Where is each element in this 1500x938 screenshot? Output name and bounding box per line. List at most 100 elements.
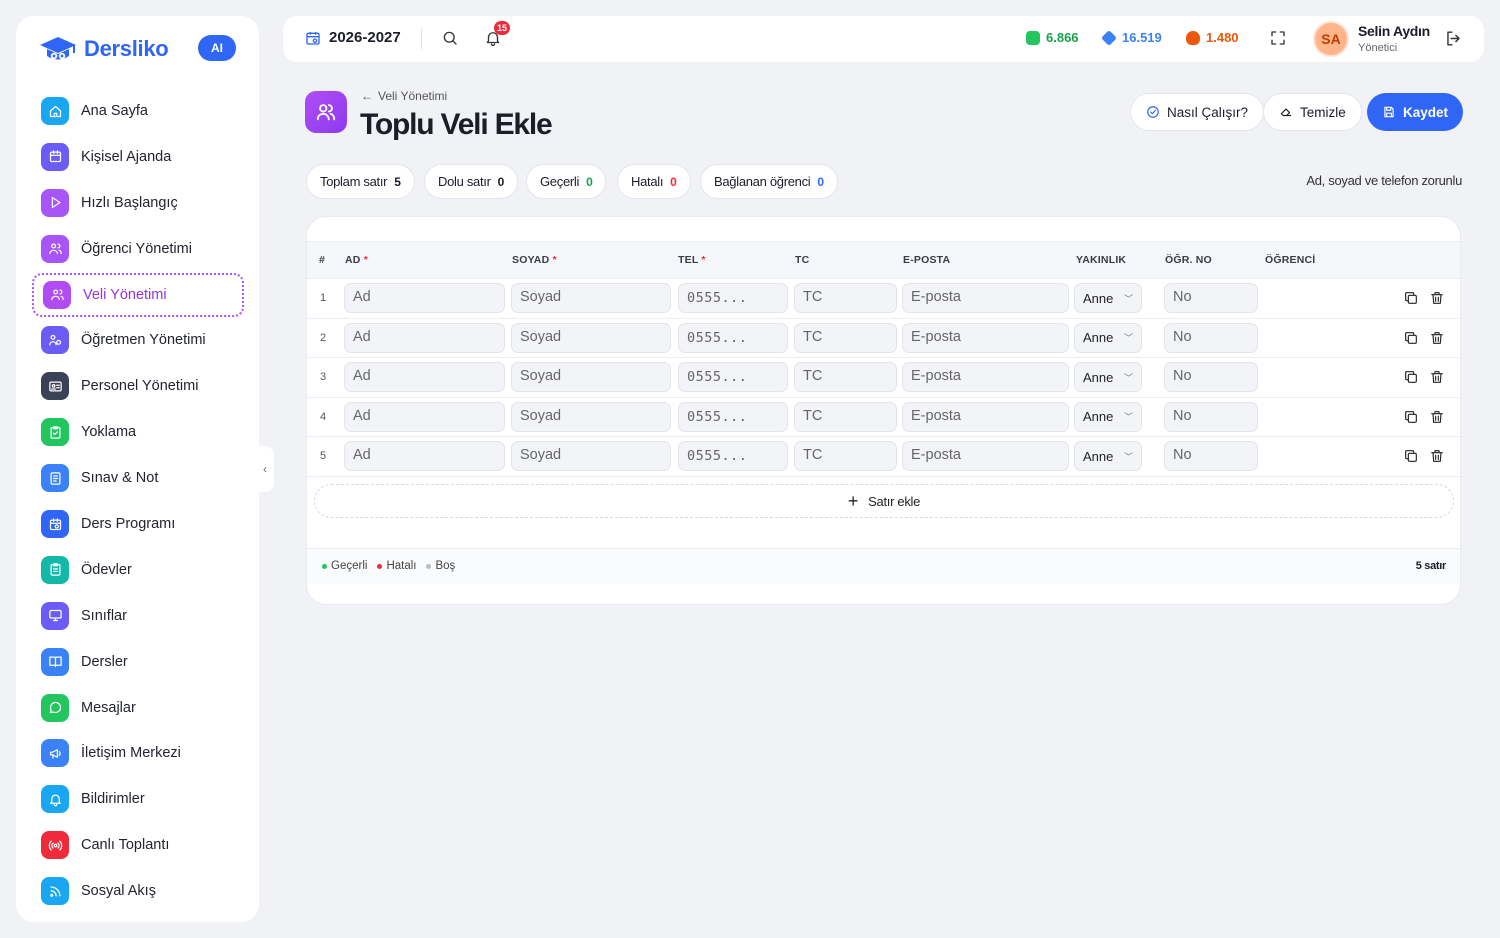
tc-input[interactable]: TC xyxy=(794,362,897,392)
yakinlik-select[interactable]: Anne ﹀ xyxy=(1074,401,1142,432)
sidebar-item-kisisel-ajanda[interactable]: Kişisel Ajanda xyxy=(32,135,244,179)
duplicate-row-button[interactable] xyxy=(1403,369,1419,385)
how-it-works-button[interactable]: Nasıl Çalışır? xyxy=(1130,93,1265,131)
save-button[interactable]: Kaydet xyxy=(1367,93,1464,131)
yakinlik-select[interactable]: Anne ﹀ xyxy=(1074,283,1142,313)
tel-input[interactable]: 0555... xyxy=(678,441,788,471)
tel-input[interactable]: 0555... xyxy=(678,401,788,432)
soyad-input[interactable]: Soyad xyxy=(511,362,671,392)
check-circle-icon xyxy=(1147,106,1159,118)
tc-input[interactable]: TC xyxy=(794,283,897,313)
soyad-input[interactable]: Soyad xyxy=(511,322,671,353)
sidebar-item-sosyal-aks[interactable]: Sosyal Akış xyxy=(32,869,244,913)
homework-icon xyxy=(41,555,69,584)
sidebar-item-ogretmen-yonetimi[interactable]: Öğretmen Yönetimi xyxy=(32,318,244,362)
sidebar-item-label: Sosyal Akış xyxy=(81,883,156,900)
ad-input[interactable]: Ad xyxy=(344,401,505,432)
logout-button[interactable] xyxy=(1444,29,1463,53)
fullscreen-button[interactable] xyxy=(1269,29,1289,49)
stat-value: 1.480 xyxy=(1206,30,1239,45)
ogrno-input[interactable]: No xyxy=(1164,362,1258,392)
collapse-sidebar-button[interactable]: ‹ xyxy=(256,446,274,492)
ad-input[interactable]: Ad xyxy=(344,362,505,392)
ai-badge[interactable]: AI xyxy=(198,35,236,61)
chevron-left-icon: ‹ xyxy=(263,462,267,476)
sidebar-item-dersler[interactable]: Dersler xyxy=(32,640,244,684)
sidebar-item-label: Canlı Toplantı xyxy=(81,837,170,854)
ad-input[interactable]: Ad xyxy=(344,322,505,353)
delete-row-button[interactable] xyxy=(1429,290,1445,306)
yakinlik-select[interactable]: Anne ﹀ xyxy=(1074,322,1142,353)
duplicate-row-button[interactable] xyxy=(1403,409,1419,425)
eposta-input[interactable]: E-posta xyxy=(902,283,1069,313)
sidebar-item-ders-program[interactable]: Ders Programı xyxy=(32,502,244,546)
duplicate-row-button[interactable] xyxy=(1403,290,1419,306)
clipboard-check-icon xyxy=(41,418,69,447)
stat-diamonds[interactable]: 16.519 xyxy=(1101,29,1162,46)
avatar[interactable]: SA xyxy=(1313,21,1349,57)
ad-input[interactable]: Ad xyxy=(344,283,505,313)
yakinlik-select[interactable]: Anne ﹀ xyxy=(1074,441,1142,471)
tc-input[interactable]: TC xyxy=(794,401,897,432)
tc-input[interactable]: TC xyxy=(794,441,897,471)
delete-row-button[interactable] xyxy=(1429,330,1445,346)
parents-icon xyxy=(43,280,71,309)
table-row: 4 Ad Soyad 0555... TC E-posta No Anne ﹀ xyxy=(307,398,1460,437)
yakinlik-select[interactable]: Anne ﹀ xyxy=(1074,362,1142,392)
delete-row-button[interactable] xyxy=(1429,369,1445,385)
tc-input[interactable]: TC xyxy=(794,322,897,353)
search-button[interactable] xyxy=(441,29,461,49)
ogrno-input[interactable]: No xyxy=(1164,283,1258,313)
soyad-input[interactable]: Soyad xyxy=(511,441,671,471)
eposta-input[interactable]: E-posta xyxy=(902,362,1069,392)
eposta-input[interactable]: E-posta xyxy=(902,441,1069,471)
sidebar-item-veli-yonetimi[interactable]: Veli Yönetimi xyxy=(32,272,244,317)
users-icon xyxy=(41,234,69,263)
tel-input[interactable]: 0555... xyxy=(678,322,788,353)
delete-row-button[interactable] xyxy=(1429,409,1445,425)
sidebar-item-odevler[interactable]: Ödevler xyxy=(32,548,244,592)
breadcrumb[interactable]: ← Veli Yönetimi xyxy=(361,89,447,103)
sidebar-item-label: Sınav & Not xyxy=(81,470,159,487)
stat-chip: Hatalı 0 xyxy=(617,164,691,199)
sidebar-item-hzl-baslangc[interactable]: Hızlı Başlangıç xyxy=(32,181,244,225)
duplicate-row-button[interactable] xyxy=(1403,448,1419,464)
delete-row-button[interactable] xyxy=(1429,448,1445,464)
plus-icon: + xyxy=(847,491,859,511)
sidebar-item-snav-not[interactable]: Sınav & Not xyxy=(32,456,244,500)
sidebar-item-snflar[interactable]: Sınıflar xyxy=(32,594,244,638)
sidebar-item-bildirimler[interactable]: Bildirimler xyxy=(32,777,244,821)
app-logo[interactable]: Dersliko xyxy=(38,34,169,64)
ad-input[interactable]: Ad xyxy=(344,441,505,471)
soyad-input[interactable]: Soyad xyxy=(511,401,671,432)
ogrno-input[interactable]: No xyxy=(1164,441,1258,471)
stat-chip: Bağlanan öğrenci 0 xyxy=(700,164,838,199)
tel-input[interactable]: 0555... xyxy=(678,283,788,313)
sidebar-item-mesajlar[interactable]: Mesajlar xyxy=(32,686,244,730)
stat-chip: Toplam satır 5 xyxy=(306,164,415,199)
tel-input[interactable]: 0555... xyxy=(678,362,788,392)
duplicate-row-button[interactable] xyxy=(1403,330,1419,346)
academic-year-selector[interactable]: 2026-2027 xyxy=(305,29,401,46)
sidebar-item-ogrenci-yonetimi[interactable]: Öğrenci Yönetimi xyxy=(32,227,244,271)
sidebar-item-personel-yonetimi[interactable]: Personel Yönetimi xyxy=(32,364,244,408)
stat-streak[interactable]: 1.480 xyxy=(1186,30,1239,45)
sidebar-item-iletisim-merkezi[interactable]: İletişim Merkezi xyxy=(32,731,244,775)
sidebar-item-canl-toplant[interactable]: Canlı Toplantı xyxy=(32,823,244,867)
ogrno-input[interactable]: No xyxy=(1164,401,1258,432)
eposta-input[interactable]: E-posta xyxy=(902,401,1069,432)
exam-icon xyxy=(41,464,69,493)
eposta-input[interactable]: E-posta xyxy=(902,322,1069,353)
button-label: Temizle xyxy=(1300,104,1346,120)
clear-button[interactable]: Temizle xyxy=(1263,93,1362,131)
soyad-input[interactable]: Soyad xyxy=(511,283,671,313)
graduation-cap-icon xyxy=(40,37,76,60)
sidebar-item-label: Hızlı Başlangıç xyxy=(81,194,178,211)
sidebar-item-ana-sayfa[interactable]: Ana Sayfa xyxy=(32,89,244,133)
add-row-button[interactable]: + Satır ekle xyxy=(314,484,1454,518)
copy-icon xyxy=(1405,450,1417,462)
sidebar-item-yoklama[interactable]: Yoklama xyxy=(32,410,244,454)
chip-label: Dolu satır xyxy=(438,174,491,189)
stat-credits[interactable]: 6.866 xyxy=(1026,30,1079,45)
ogrno-input[interactable]: No xyxy=(1164,322,1258,353)
